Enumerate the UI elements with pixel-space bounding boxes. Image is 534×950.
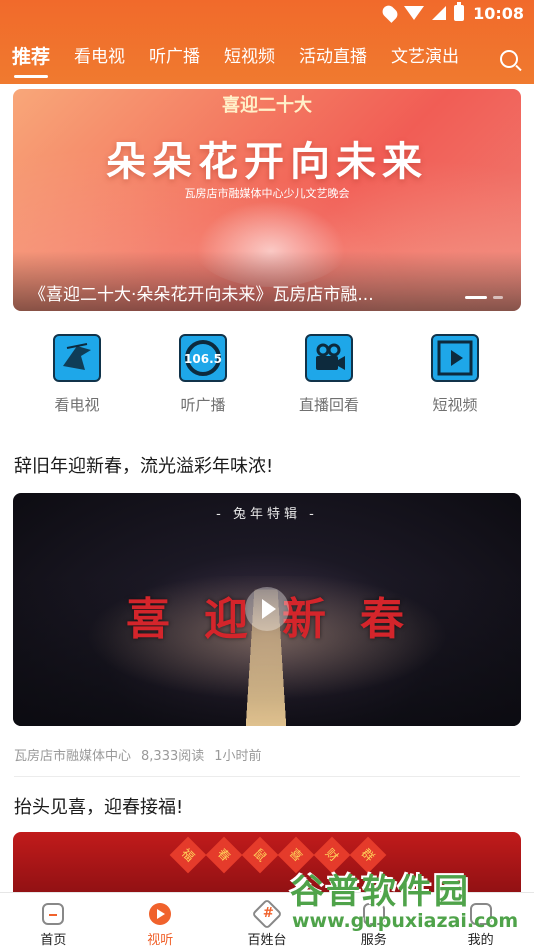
tv-icon [53,334,101,382]
watermark-title: 谷普软件园 [290,872,470,912]
quick-label-replay: 直播回看 [298,396,359,414]
watermark-url: www.gupuxiazai.com [292,910,519,932]
svg-text:106.5: 106.5 [184,352,222,366]
article-meta: 瓦房店市融媒体中心 8,333阅读 1小时前 [14,745,262,764]
quick-item-replay[interactable]: 直播回看 [266,334,392,418]
nav-media[interactable]: 视听 [107,893,214,950]
carousel-indicator [465,296,503,299]
radio-icon: 106.5 [179,334,227,382]
play-icon[interactable] [245,587,289,631]
nav-home[interactable]: 首页 [0,893,107,950]
quick-label-tv: 看电视 [54,396,100,414]
tab-short-video[interactable]: 短视频 [212,40,287,80]
banner-caption: 《喜迎二十大·朵朵花开向未来》瓦房店市融... [29,285,374,305]
nav-home-label: 首页 [40,933,67,948]
status-bar: 10:08 [0,0,534,28]
app-root: 10:08 推荐 看电视 听广播 短视频 活动直播 文艺演出 喜迎二十大 朵朵花… [0,0,534,950]
location-icon [380,3,400,23]
top-tabs: 推荐 看电视 听广播 短视频 活动直播 文艺演出 [0,40,534,80]
top-header: 10:08 推荐 看电视 听广播 短视频 活动直播 文艺演出 [0,0,534,84]
banner-carousel[interactable]: 喜迎二十大 朵朵花开向未来 瓦房店市融媒体中心少儿文艺晚会 《喜迎二十大·朵朵花… [13,89,521,311]
fu-char: 春 [205,836,243,874]
article-title[interactable]: 辞旧年迎新春，流光溢彩年味浓! [14,452,273,478]
watermark: 谷普软件园 www.gupuxiazai.com [290,864,528,950]
camera-icon [305,334,353,382]
tab-live[interactable]: 活动直播 [287,40,379,80]
article-title-2[interactable]: 抬头见喜，迎春接福! [14,793,183,819]
banner-big-title: 朵朵花开向未来 [106,138,428,185]
article-reads: 8,333阅读 [141,749,205,764]
quick-entries: 看电视 106.5 听广播 直播回看 短视频 [0,334,534,418]
hash-icon [251,898,283,930]
article-time: 1小时前 [214,749,262,764]
tab-performance[interactable]: 文艺演出 [379,40,471,80]
quick-item-tv[interactable]: 看电视 [14,334,140,418]
quick-item-radio[interactable]: 106.5 听广播 [140,334,266,418]
quick-label-short-video: 短视频 [432,396,478,414]
signal-icon [432,6,446,20]
article-source: 瓦房店市融媒体中心 [14,749,132,764]
video-icon [431,334,479,382]
quick-item-short-video[interactable]: 短视频 [392,334,518,418]
tab-recommend[interactable]: 推荐 [0,40,62,80]
battery-icon [454,2,464,21]
search-icon[interactable] [500,50,518,68]
tab-radio[interactable]: 听广播 [137,40,212,80]
wifi-icon [404,6,424,20]
nav-media-label: 视听 [147,933,174,948]
carousel-dot-active [465,296,487,299]
video-thumbnail[interactable]: - 兔年特辑 - 喜迎新春 [13,493,521,726]
status-time: 10:08 [473,4,524,23]
fu-char: 鼠 [241,836,279,874]
play-circle-icon [149,903,172,925]
banner-pre-title: 喜迎二十大 [222,95,312,116]
quick-label-radio: 听广播 [180,396,226,414]
divider [14,776,520,777]
status-icons [380,2,464,23]
video-tag: - 兔年特辑 - [216,507,318,522]
fu-char: 福 [169,836,207,874]
home-icon [42,903,65,925]
carousel-dot [493,296,503,299]
tab-tv[interactable]: 看电视 [62,40,137,80]
